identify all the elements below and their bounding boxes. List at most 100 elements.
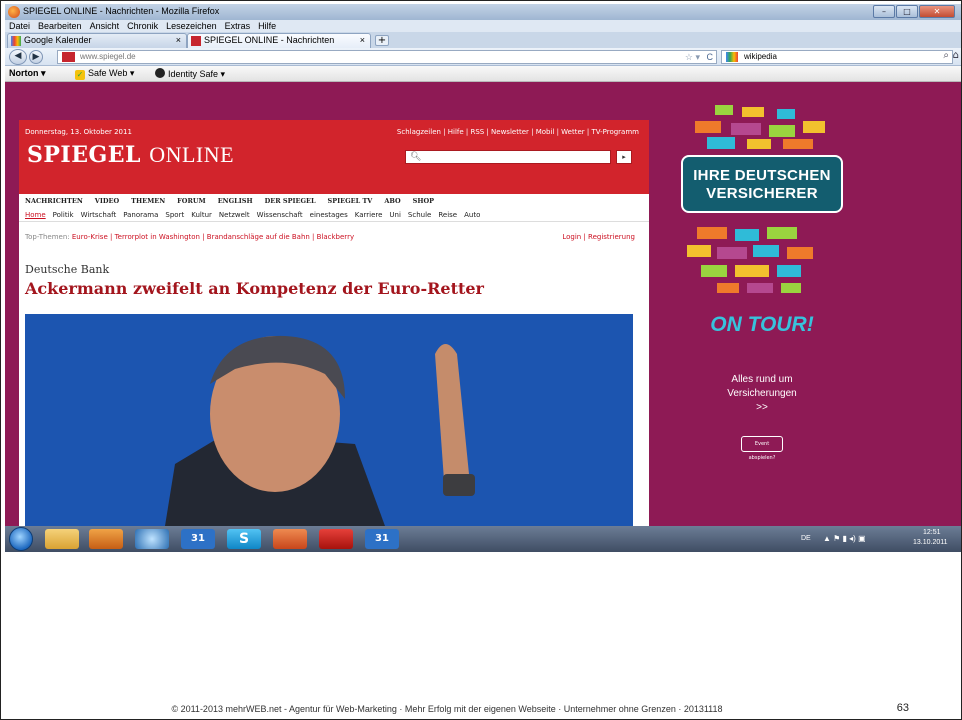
calendar-icon[interactable]: 31 [365,529,399,549]
spiegel-search-input[interactable]: 🔍︎ [405,150,611,164]
speech-bubbles-graphic [695,105,825,149]
url-text: www.spiegel.de [80,52,136,61]
subnav-reise[interactable]: Reise [438,208,457,221]
page-number: 63 [896,702,909,714]
nav-shop[interactable]: SHOP [413,194,434,208]
nav-themen[interactable]: THEMEN [131,194,165,208]
home-icon[interactable]: ⌂ [953,50,959,61]
nav-nachrichten[interactable]: NACHRICHTEN [25,194,83,208]
search-icon[interactable]: ⌕ [943,50,949,62]
language-indicator[interactable]: DE [801,535,811,542]
menu-ansicht[interactable]: Ansicht [90,20,120,32]
spiegel-sub-nav: Home Politik Wirtschaft Panorama Sport K… [19,208,649,222]
tab-google-kalender[interactable]: Google Kalender × [7,33,187,48]
bookmark-star-icon[interactable]: ☆ ▾ [685,51,700,63]
article-headline[interactable]: Ackermann zweifelt an Kompetenz der Euro… [25,279,484,298]
nav-english[interactable]: ENGLISH [218,194,253,208]
ad-text: Alles rund um Versicherungen >> [727,374,797,413]
site-identity-icon [62,52,75,62]
spiegel-header: Donnerstag, 13. Oktober 2011 Schlagzeile… [19,120,649,194]
article-photo[interactable] [25,314,633,526]
web-page: Donnerstag, 13. Oktober 2011 Schlagzeile… [5,83,961,526]
spiegel-top-links[interactable]: Schlagzeilen | Hilfe | RSS | Newsletter … [397,128,639,136]
nav-abo[interactable]: ABO [384,194,400,208]
close-window-button[interactable]: ✕ [919,5,955,18]
tab-bar: Google Kalender × SPIEGEL ONLINE - Nachr… [5,32,961,48]
spiegel-favicon-icon [191,36,201,46]
google-favicon-icon [11,36,21,46]
powerpoint-icon[interactable] [273,529,307,549]
ad-event-button[interactable]: Event abspielen? [741,436,783,461]
clock-date[interactable]: 13.10.2011 [913,539,948,546]
article-photo-image [25,314,633,526]
subnav-sport[interactable]: Sport [165,208,184,221]
subnav-kultur[interactable]: Kultur [191,208,212,221]
menu-bar: Datei Bearbeiten Ansicht Chronik Lesezei… [5,20,961,32]
internet-icon[interactable] [135,529,169,549]
subnav-home[interactable]: Home [25,208,46,221]
window-controls: – □ ✕ [873,5,955,18]
top-themen[interactable]: Top-Themen: Euro-Krise | Terrorplot in W… [25,233,354,241]
subnav-karriere[interactable]: Karriere [355,208,383,221]
norton-menu[interactable]: Norton ▾ [9,68,46,79]
menu-extras[interactable]: Extras [225,20,251,32]
subnav-auto[interactable]: Auto [464,208,480,221]
navigation-bar: ◀ ▶ www.spiegel.de ☆ ▾ C wikipedia ⌕ [5,48,961,66]
slide-footer: © 2011-2013 mehrWEB.net - Agentur für We… [171,704,723,714]
subnav-uni[interactable]: Uni [389,208,401,221]
tab-spiegel-online[interactable]: SPIEGEL ONLINE - Nachrichten × [187,33,371,48]
tab-label: Google Kalender [24,35,92,45]
ad-ontour: ON TOUR! [710,313,814,336]
nav-der-spiegel[interactable]: DER SPIEGEL [265,194,316,208]
media-player-icon[interactable] [89,529,123,549]
new-tab-button[interactable]: + [375,35,389,46]
nav-video[interactable]: VIDEO [95,194,119,208]
clock-time[interactable]: 12:51 [923,529,941,536]
spiegel-search-button[interactable]: ▸ [616,150,632,164]
search-input[interactable]: wikipedia [744,52,777,61]
close-tab-icon[interactable]: × [176,34,181,47]
tray-icons[interactable]: ▲ ⚑ ▮ ◂) ▣ [823,534,866,543]
menu-hilfe[interactable]: Hilfe [258,20,276,32]
norton-toolbar: Norton ▾ ✓ Safe Web ▾ Identity Safe ▾ [5,66,961,82]
minimize-button[interactable]: – [873,5,895,18]
explorer-icon[interactable] [45,529,79,549]
windows-taskbar: 31 S 31 DE ▲ ⚑ ▮ ◂) ▣ 12:51 13.10.2011 [5,526,961,552]
menu-bearbeiten[interactable]: Bearbeiten [38,20,82,32]
safe-web-button[interactable]: ✓ Safe Web ▾ [75,68,134,80]
article-kicker: Deutsche Bank [25,263,110,276]
subnav-netzwelt[interactable]: Netzwelt [219,208,250,221]
maximize-button[interactable]: □ [896,5,918,18]
nav-spiegel-tv[interactable]: SPIEGEL TV [328,194,373,208]
close-tab-icon[interactable]: × [360,34,365,47]
subnav-panorama[interactable]: Panorama [123,208,158,221]
subnav-einestages[interactable]: einestages [310,208,348,221]
forward-button[interactable]: ▶ [29,50,43,64]
spiegel-content: Donnerstag, 13. Oktober 2011 Schlagzeile… [19,120,649,526]
spiegel-logo[interactable]: SPIEGEL ONLINE [27,142,234,168]
menu-lesezeichen[interactable]: Lesezeichen [166,20,217,32]
speech-bubbles-graphic [687,227,813,293]
identity-safe-button[interactable]: Identity Safe ▾ [155,68,225,80]
subnav-schule[interactable]: Schule [408,208,431,221]
subnav-politik[interactable]: Politik [53,208,74,221]
back-button[interactable]: ◀ [9,49,27,65]
slide: SPIEGEL ONLINE - Nachrichten - Mozilla F… [0,0,962,720]
insurance-ad[interactable]: IHRE DEUTSCHEN VERSICHERER ON TOUR! Alle… [667,103,857,526]
windows-start-icon[interactable] [9,527,33,551]
menu-chronik[interactable]: Chronik [127,20,158,32]
calendar-icon[interactable]: 31 [181,529,215,549]
search-engine-icon[interactable] [726,52,738,62]
skype-icon[interactable]: S [227,529,261,549]
subnav-wissenschaft[interactable]: Wissenschaft [257,208,303,221]
menu-datei[interactable]: Datei [9,20,30,32]
reload-icon[interactable]: C [707,51,714,63]
subnav-wirtschaft[interactable]: Wirtschaft [81,208,117,221]
window-titlebar: SPIEGEL ONLINE - Nachrichten - Mozilla F… [5,4,961,20]
search-bar[interactable]: wikipedia ⌕ [721,50,953,64]
login-link[interactable]: Login | Registrierung [562,233,635,241]
nav-forum[interactable]: FORUM [177,194,206,208]
acrobat-icon[interactable] [319,529,353,549]
window-title: SPIEGEL ONLINE - Nachrichten - Mozilla F… [23,6,220,16]
url-bar[interactable]: www.spiegel.de ☆ ▾ C [57,50,717,64]
